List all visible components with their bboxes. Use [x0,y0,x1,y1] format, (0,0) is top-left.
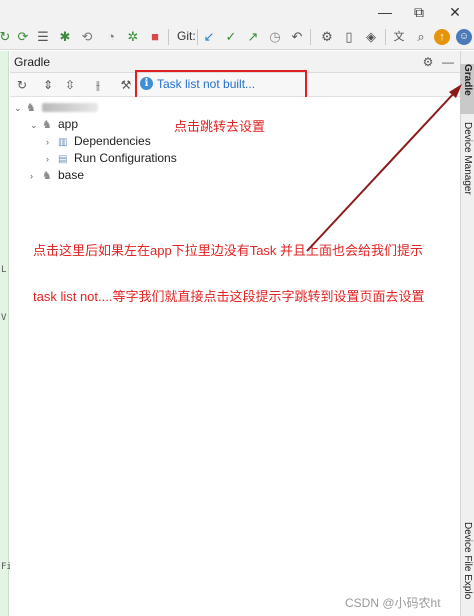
gradle-elephant-icon: ♞ [42,170,52,182]
close-button[interactable]: ✕ [444,2,466,22]
editor-strip [0,51,9,616]
expand-all-icon[interactable]: ⇕ [40,77,56,93]
git-update-icon[interactable]: ↙ [200,28,218,46]
minimize-button[interactable]: — [374,2,396,22]
toolbar-separator [197,29,198,45]
editor-char: V [1,313,7,323]
run-configurations-icon: ▤ [58,154,68,165]
main-toolbar: ↻ ⟳ ☰ ✱ ⟲ ◔ ✲ ■ ↙ ✓ ↗ ◷ ↶ ⚙ ▯ ◈ 文 ⌕ ↑ ☺ [0,24,474,50]
gradle-elephant-icon: ♞ [26,102,36,114]
toggle-offline-icon[interactable]: ⫲ [90,77,106,93]
chevron-down-icon[interactable]: ⌄ [30,117,42,134]
watermark: CSDN @小码农ht [345,596,441,610]
hide-panel-icon[interactable]: — [440,54,456,70]
tree-item-label: Run Configurations [74,151,177,165]
avatar-icon[interactable]: ☺ [456,29,472,45]
window-titlebar: — ⧉ ✕ [0,0,474,24]
profile-icon[interactable]: ◔ [102,28,120,46]
tree-item-run-configurations[interactable]: › ▤ Run Configurations [46,150,177,167]
tree-root[interactable]: ⌄ ♞ [14,99,98,116]
toolbar-separator [310,29,311,45]
editor-char: L [1,265,7,275]
resync-icon[interactable]: ↻ [0,28,14,46]
translate-icon[interactable]: 文 [390,28,408,46]
toolbar-separator [168,29,169,45]
tree-item-dependencies[interactable]: › ▥ Dependencies [46,133,151,150]
git-label: Git: [177,29,196,43]
tree-item-app[interactable]: ⌄ ♞ app [30,116,78,133]
build-settings-icon[interactable]: ⚒ [118,77,134,93]
chevron-right-icon[interactable]: › [46,151,58,168]
git-commit-icon[interactable]: ✓ [222,28,240,46]
git-rollback-icon[interactable]: ↶ [288,28,306,46]
panel-title: Gradle [14,55,51,69]
debug-icon[interactable]: ✲ [124,28,142,46]
collapse-all-icon[interactable]: ⇳ [62,77,78,93]
annotation-line-1: 点击这里后如果左在app下拉里边没有Task 并且上面也会给我们提示 [33,243,424,258]
chevron-right-icon[interactable]: › [46,134,58,151]
attach-debugger-icon[interactable]: ⟲ [78,28,96,46]
gradle-tree: ⌄ ♞ ⌄ ♞ app › ▥ Dependencies › ▤ Run Configurat… [10,97,460,616]
annotation-goto-settings: 点击跳转去设置 [174,119,266,134]
tab-device-manager[interactable]: Device Manager [460,122,474,214]
sdk-manager-icon[interactable]: ▯ [340,28,358,46]
toolbar-separator [385,29,386,45]
project-name-redacted [42,103,98,113]
tree-item-label: base [58,168,85,182]
update-icon[interactable]: ↑ [434,29,450,45]
stop-icon[interactable]: ■ [146,28,164,46]
dependencies-icon: ▥ [58,137,68,148]
chevron-right-icon[interactable]: › [30,168,42,185]
tree-item-label: app [58,117,79,131]
gradle-elephant-icon: ♞ [42,119,52,131]
chevron-down-icon[interactable]: ⌄ [14,100,26,117]
list-icon[interactable]: ☰ [34,28,52,46]
git-history-icon[interactable]: ◷ [266,28,284,46]
tab-device-file-explorer[interactable]: Device File Explo [460,522,474,612]
gradle-icon[interactable]: ◈ [362,28,380,46]
tree-item-base[interactable]: › ♞ base [30,167,84,184]
search-icon[interactable]: ⌕ [412,28,430,46]
git-push-icon[interactable]: ↗ [244,28,262,46]
sync-run-icon[interactable]: ⟳ [14,28,32,46]
restore-button[interactable]: ⧉ [408,2,430,22]
device-manager-icon[interactable]: ⚙ [318,28,336,46]
tab-gradle[interactable]: Gradle [460,64,474,114]
tree-item-label: Dependencies [74,134,151,148]
annotation-line-2: task list not....等字我们就直接点击这段提示字跳转到设置页面去设… [33,289,425,304]
settings-icon[interactable]: ⚙ [420,54,436,70]
reload-gradle-icon[interactable]: ↻ [14,77,30,93]
bug-icon[interactable]: ✱ [56,28,74,46]
